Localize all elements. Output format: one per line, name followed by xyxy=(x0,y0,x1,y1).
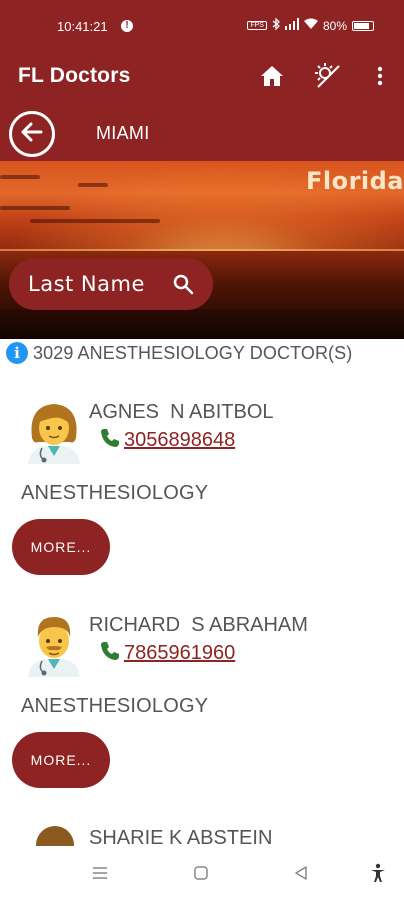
horizon xyxy=(0,249,404,251)
signal-icon xyxy=(284,18,299,33)
city-label: MIAMI xyxy=(96,123,150,143)
doctor-name: RICHARD S ABRAHAM xyxy=(89,614,308,636)
app-bar: FL Doctors xyxy=(0,52,404,104)
back-triangle-icon[interactable] xyxy=(290,862,312,884)
doctor-card-partial: SHARIE K ABSTEIN xyxy=(0,826,404,846)
doctor-avatar-partial xyxy=(36,826,74,846)
home-icon[interactable] xyxy=(258,62,286,90)
app-title: FL Doctors xyxy=(18,64,131,87)
more-button[interactable]: MORE... xyxy=(12,732,110,788)
more-vert-icon[interactable] xyxy=(366,62,394,90)
home-square-icon[interactable] xyxy=(190,862,212,884)
cloud xyxy=(30,219,160,223)
phone-icon xyxy=(100,641,120,666)
status-bar: 10:41:21 ! FPS 80% xyxy=(0,0,404,52)
phone-icon xyxy=(100,428,120,453)
doctor-card: AGNES N ABITBOL 3056898648 ANESTHESIOLOG… xyxy=(0,398,404,578)
notification-icon: ! xyxy=(121,20,133,32)
last-name-search-button[interactable]: Last Name xyxy=(9,258,213,310)
search-label: Last Name xyxy=(28,272,145,296)
specialty-label: ANESTHESIOLOGY xyxy=(21,695,209,717)
info-icon: i xyxy=(6,342,28,364)
cloud xyxy=(0,175,40,179)
wifi-icon xyxy=(303,18,318,33)
more-button[interactable]: MORE... xyxy=(12,519,110,575)
phone-row[interactable]: 7865961960 xyxy=(100,641,235,666)
system-nav-bar xyxy=(0,846,404,900)
search-icon xyxy=(172,273,194,300)
cloud xyxy=(0,206,70,210)
female-doctor-icon xyxy=(24,398,84,464)
beach xyxy=(0,309,404,339)
phone-row[interactable]: 3056898648 xyxy=(100,428,235,453)
result-count: i 3029 ANESTHESIOLOGY DOCTOR(S) xyxy=(6,340,404,366)
result-count-text: 3029 ANESTHESIOLOGY DOCTOR(S) xyxy=(33,342,353,363)
banner-title: Florida xyxy=(305,167,404,195)
battery-icon xyxy=(352,20,374,31)
battery-percent: 80% xyxy=(322,18,347,33)
status-indicators: FPS 80% xyxy=(247,17,374,33)
doctor-card: RICHARD S ABRAHAM 7865961960 ANESTHESIOL… xyxy=(0,611,404,791)
doctor-name-partial: SHARIE K ABSTEIN xyxy=(89,827,273,846)
back-button[interactable] xyxy=(9,111,55,157)
fps-tag: FPS xyxy=(247,21,267,30)
male-doctor-icon xyxy=(24,611,84,677)
location-bar: MIAMI xyxy=(0,104,404,161)
cloud xyxy=(78,183,108,187)
doctor-name: AGNES N ABITBOL xyxy=(89,401,274,423)
theme-toggle-icon[interactable] xyxy=(314,62,342,90)
status-time: 10:41:21 xyxy=(57,19,108,34)
bluetooth-icon xyxy=(272,17,280,33)
specialty-label: ANESTHESIOLOGY xyxy=(21,482,209,504)
florida-banner: Florida Last Name xyxy=(0,161,404,339)
menu-icon[interactable] xyxy=(89,862,111,884)
phone-number-link[interactable]: 3056898648 xyxy=(124,429,235,452)
accessibility-icon[interactable] xyxy=(367,862,389,884)
arrow-left-icon xyxy=(21,122,43,147)
phone-number-link[interactable]: 7865961960 xyxy=(124,642,235,665)
